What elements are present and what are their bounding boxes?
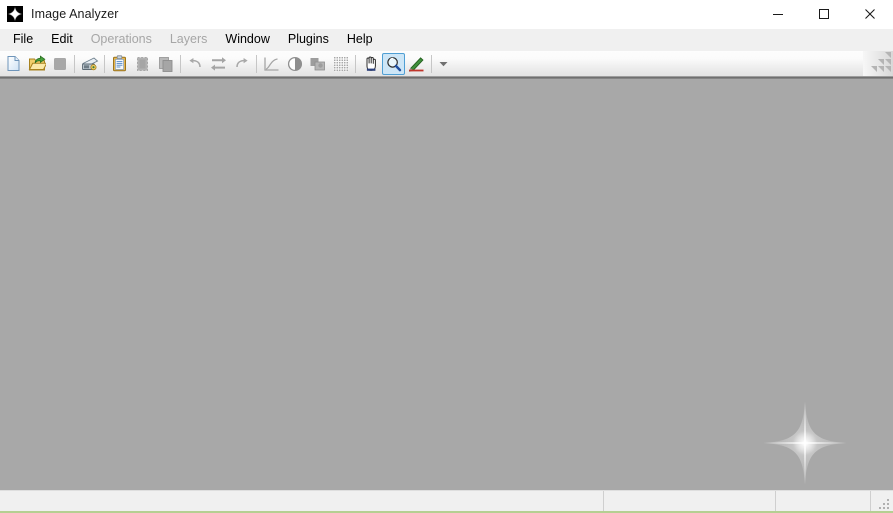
toolbar-separator: [256, 55, 257, 73]
curve-adjust-icon: [260, 53, 283, 75]
open-file-icon[interactable]: [25, 53, 48, 75]
status-pane-coordinates: [603, 491, 775, 513]
minimize-button[interactable]: [755, 0, 801, 28]
toolbar-separator: [104, 55, 105, 73]
measure-pencil-icon[interactable]: [405, 53, 428, 75]
redo-icon: [230, 53, 253, 75]
contrast-icon: [283, 53, 306, 75]
menu-item-edit[interactable]: Edit: [42, 30, 82, 49]
window-controls: [755, 0, 893, 28]
color-layers-icon: [306, 53, 329, 75]
toolbar-separator: [355, 55, 356, 73]
main-toolbar: [0, 51, 893, 77]
matrix-grid-icon: [329, 53, 352, 75]
close-button[interactable]: [847, 0, 893, 28]
star-glow-icon: [761, 399, 849, 487]
toolbar-separator: [74, 55, 75, 73]
menu-bar: File Edit Operations Layers Window Plugi…: [0, 29, 893, 51]
menu-item-file[interactable]: File: [4, 30, 42, 49]
app-sparkle-icon: [7, 6, 23, 22]
transform-icon: [207, 53, 230, 75]
undo-icon: [184, 53, 207, 75]
cut-icon: [131, 53, 154, 75]
menu-item-plugins[interactable]: Plugins: [279, 30, 338, 49]
application-window: Image Analyzer File Edit: [0, 0, 893, 513]
paste-clipboard-icon[interactable]: [108, 53, 131, 75]
window-title: Image Analyzer: [31, 7, 119, 21]
status-bar: [0, 490, 893, 513]
scanner-acquire-icon[interactable]: [78, 53, 101, 75]
menu-item-help[interactable]: Help: [338, 30, 382, 49]
status-pane-message: [0, 491, 603, 513]
toolbar-separator: [431, 55, 432, 73]
copy-icon: [154, 53, 177, 75]
menu-item-window[interactable]: Window: [216, 30, 278, 49]
toolbar-resize-grip: [863, 51, 893, 76]
save-file-icon: [48, 53, 71, 75]
menu-item-layers: Layers: [161, 30, 217, 49]
title-bar: Image Analyzer: [0, 0, 893, 29]
status-pane-size: [775, 491, 870, 513]
chevron-down-icon[interactable]: [435, 54, 451, 74]
zoom-magnifier-icon[interactable]: [382, 53, 405, 75]
resize-grip-icon[interactable]: [878, 498, 891, 511]
new-file-icon[interactable]: [2, 53, 25, 75]
menu-item-operations: Operations: [82, 30, 161, 49]
toolbar-separator: [180, 55, 181, 73]
maximize-button[interactable]: [801, 0, 847, 28]
pan-hand-icon[interactable]: [359, 53, 382, 75]
image-canvas-area[interactable]: 软件下载站 yc bug .cc: [0, 77, 893, 490]
